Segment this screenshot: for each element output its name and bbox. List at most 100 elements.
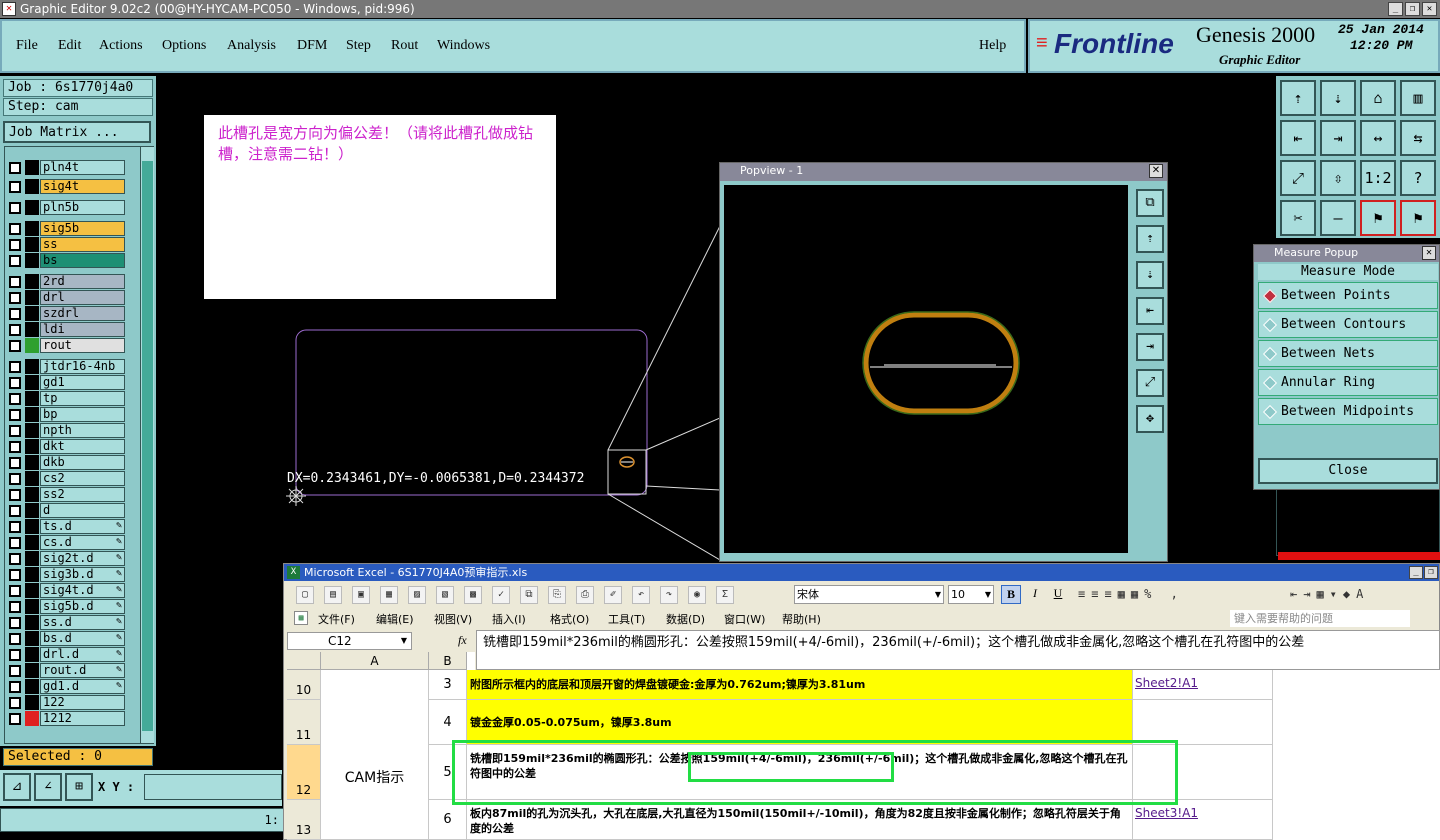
- excel-tool-icon[interactable]: ↷: [660, 586, 678, 604]
- layer-checkbox[interactable]: [9, 457, 21, 469]
- layer-checkbox[interactable]: [9, 441, 21, 453]
- move-down-icon[interactable]: ⇣: [1320, 80, 1356, 116]
- excel-menu-item[interactable]: 数据(D): [666, 611, 705, 627]
- pop-up-icon[interactable]: ⇡: [1136, 225, 1164, 253]
- move-up-icon[interactable]: ⇡: [1280, 80, 1316, 116]
- excel-tool-icon[interactable]: ▤: [324, 586, 342, 604]
- layer-row[interactable]: npth: [7, 423, 125, 438]
- swap-icon[interactable]: ↔: [1360, 120, 1396, 156]
- exchange-icon[interactable]: ⇆: [1400, 120, 1436, 156]
- layer-checkbox[interactable]: [9, 649, 21, 661]
- layer-row[interactable]: sig5b: [7, 221, 125, 236]
- excel-menu-item[interactable]: 编辑(E): [376, 611, 414, 627]
- menu-actions[interactable]: Actions: [99, 38, 143, 54]
- cell-c[interactable]: 镀金金厚0.05-0.075um，镍厚3.8um: [467, 700, 1133, 745]
- excel-tool-icon[interactable]: ⎙: [576, 586, 594, 604]
- excel-tool-icon[interactable]: ⎘: [548, 586, 566, 604]
- fit-vertical-icon[interactable]: ⇳: [1320, 160, 1356, 196]
- excel-tool-icon[interactable]: Σ: [716, 586, 734, 604]
- layer-row[interactable]: ldi: [7, 322, 125, 337]
- layer-checkbox[interactable]: [9, 223, 21, 235]
- bold-button[interactable]: B: [1001, 585, 1021, 604]
- scale-icon[interactable]: 1:2: [1360, 160, 1396, 196]
- excel-restore-button[interactable]: ❐: [1424, 566, 1438, 579]
- job-matrix-button[interactable]: Job Matrix ...: [3, 121, 151, 143]
- layer-row[interactable]: drl.d ✎: [7, 647, 125, 662]
- layer-checkbox[interactable]: [9, 617, 21, 629]
- layer-checkbox[interactable]: [9, 324, 21, 336]
- layer-row[interactable]: ss2: [7, 487, 125, 502]
- layer-checkbox[interactable]: [9, 697, 21, 709]
- grid-icon[interactable]: ⊞: [65, 773, 93, 801]
- layer-checkbox[interactable]: [9, 255, 21, 267]
- help-icon[interactable]: ?: [1400, 160, 1436, 196]
- layer-row[interactable]: 1212: [7, 711, 125, 726]
- fit-icon[interactable]: ⤢: [1280, 160, 1316, 196]
- excel-menu-item[interactable]: 帮助(H): [782, 611, 821, 627]
- layer-checkbox[interactable]: [9, 181, 21, 193]
- layer-checkbox[interactable]: [9, 425, 21, 437]
- pop-center-icon[interactable]: ✥: [1136, 405, 1164, 433]
- excel-menu-item[interactable]: 工具(T): [608, 611, 645, 627]
- excel-menu-item[interactable]: 视图(V): [434, 611, 472, 627]
- home-icon[interactable]: ⌂: [1360, 80, 1396, 116]
- excel-tool-icon[interactable]: ▢: [296, 586, 314, 604]
- layer-checkbox[interactable]: [9, 202, 21, 214]
- excel-menu-item[interactable]: 插入(I): [492, 611, 526, 627]
- layer-row[interactable]: d: [7, 503, 125, 518]
- layer-row[interactable]: bs: [7, 253, 125, 268]
- layer-checkbox[interactable]: [9, 665, 21, 677]
- excel-minimize-button[interactable]: _: [1409, 566, 1423, 579]
- layer-row[interactable]: rout: [7, 338, 125, 353]
- layer-row[interactable]: jtdr16-4nb: [7, 359, 125, 374]
- layer-row[interactable]: sig5b.d ✎: [7, 599, 125, 614]
- layer-row[interactable]: cs.d ✎: [7, 535, 125, 550]
- menu-dfm[interactable]: DFM: [297, 38, 327, 54]
- layer-checkbox[interactable]: [9, 681, 21, 693]
- row-header[interactable]: 12: [287, 745, 321, 800]
- row-header[interactable]: 13: [287, 800, 321, 840]
- layer-row[interactable]: pln4t: [7, 160, 125, 175]
- graphic-canvas[interactable]: [156, 76, 720, 570]
- layer-row[interactable]: dkt: [7, 439, 125, 454]
- layer-checkbox[interactable]: [9, 239, 21, 251]
- menu-step[interactable]: Step: [346, 38, 371, 54]
- menu-help[interactable]: Help: [979, 38, 1006, 54]
- menu-rout[interactable]: Rout: [391, 38, 418, 54]
- pop-right-icon[interactable]: ⇥: [1136, 333, 1164, 361]
- layer-checkbox[interactable]: [9, 162, 21, 174]
- layer-row[interactable]: gd1.d ✎: [7, 679, 125, 694]
- layer-row[interactable]: drl: [7, 290, 125, 305]
- menu-options[interactable]: Options: [162, 38, 206, 54]
- excel-tool-icon[interactable]: ↶: [632, 586, 650, 604]
- excel-tool-icon[interactable]: ▨: [408, 586, 426, 604]
- menu-windows[interactable]: Windows: [437, 38, 490, 54]
- cell-b[interactable]: 4: [429, 700, 467, 745]
- pop-fit-icon[interactable]: ⤢: [1136, 369, 1164, 397]
- layer-checkbox[interactable]: [9, 585, 21, 597]
- layer-checkbox[interactable]: [9, 553, 21, 565]
- move-right-icon[interactable]: ⇥: [1320, 120, 1356, 156]
- layer-checkbox[interactable]: [9, 276, 21, 288]
- measure-close-icon[interactable]: ✕: [1422, 246, 1436, 260]
- line-icon[interactable]: —: [1320, 200, 1356, 236]
- layer-checkbox[interactable]: [9, 377, 21, 389]
- layer-checkbox[interactable]: [9, 633, 21, 645]
- layer-checkbox[interactable]: [9, 393, 21, 405]
- excel-tool-icon[interactable]: ◉: [688, 586, 706, 604]
- excel-tool-icon[interactable]: ✓: [492, 586, 510, 604]
- option-between-nets[interactable]: Between Nets: [1258, 340, 1438, 367]
- option-between-midpoints[interactable]: Between Midpoints: [1258, 398, 1438, 425]
- italic-button[interactable]: I: [1025, 585, 1045, 604]
- layer-checkbox[interactable]: [9, 409, 21, 421]
- layer-checkbox[interactable]: [9, 361, 21, 373]
- row-header[interactable]: 11: [287, 700, 321, 745]
- layer-row[interactable]: bp: [7, 407, 125, 422]
- move-left-icon[interactable]: ⇤: [1280, 120, 1316, 156]
- pop-down-icon[interactable]: ⇣: [1136, 261, 1164, 289]
- layer-row[interactable]: dkb: [7, 455, 125, 470]
- layer-checkbox[interactable]: [9, 292, 21, 304]
- layer-row[interactable]: sig4t: [7, 179, 125, 194]
- row-header[interactable]: 10: [287, 670, 321, 700]
- select-all-corner[interactable]: [287, 652, 321, 670]
